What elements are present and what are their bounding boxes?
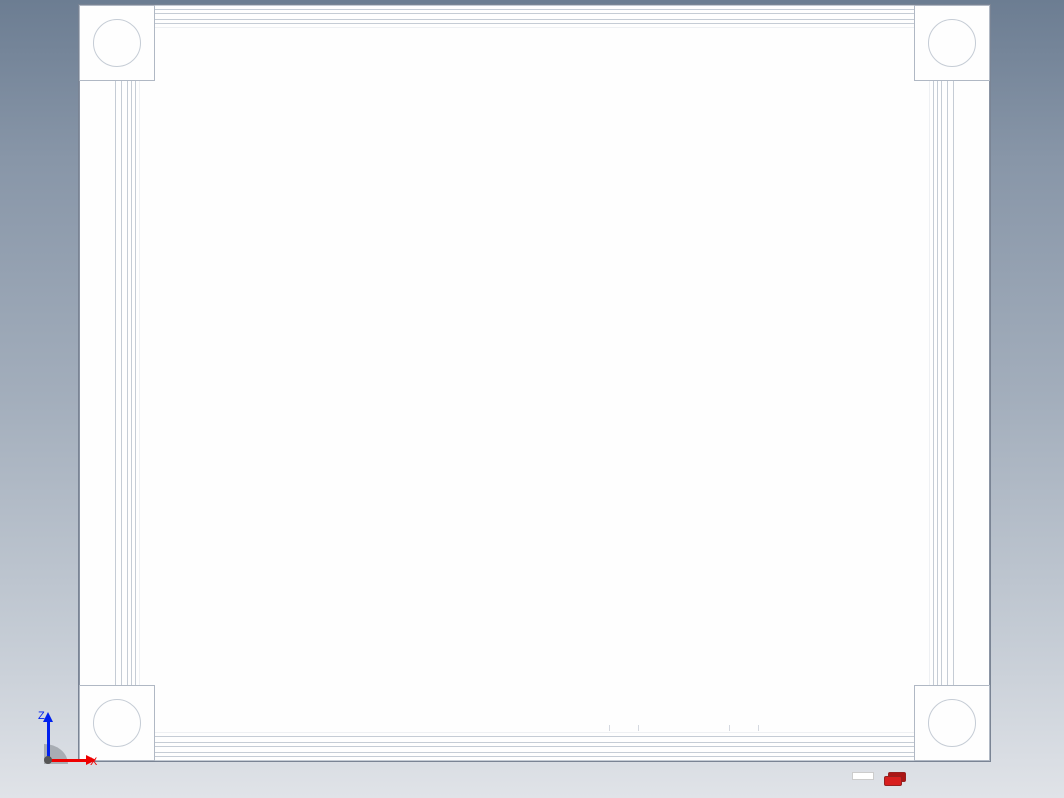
edge-mark (609, 725, 639, 731)
x-axis-icon (48, 759, 88, 762)
view-handle-icon[interactable] (852, 772, 874, 780)
coordinate-triad[interactable]: Z X (30, 710, 90, 770)
view-orientation-widget[interactable] (884, 772, 906, 786)
model-inner-panel (139, 27, 930, 733)
corner-hole-icon (93, 19, 141, 67)
corner-hole-icon (928, 699, 976, 747)
frame-rail-right (940, 81, 990, 685)
frame-rail-bottom (155, 721, 914, 761)
corner-hole-icon (928, 19, 976, 67)
view-cube-front-icon (884, 776, 902, 786)
frame-rail-top (155, 5, 914, 45)
z-axis-icon (47, 720, 50, 760)
triad-origin-icon (44, 756, 52, 764)
corner-bracket-bottom-left (79, 685, 155, 761)
corner-bracket-top-right (914, 5, 990, 81)
z-axis-label: Z (38, 710, 45, 722)
frame-rail-left (79, 81, 129, 685)
edge-mark (729, 725, 759, 731)
corner-hole-icon (93, 699, 141, 747)
corner-bracket-top-left (79, 5, 155, 81)
x-axis-label: X (90, 756, 97, 768)
model-frame-assembly[interactable] (78, 4, 991, 762)
corner-bracket-bottom-right (914, 685, 990, 761)
cad-3d-viewport[interactable]: Z X (0, 0, 1064, 798)
